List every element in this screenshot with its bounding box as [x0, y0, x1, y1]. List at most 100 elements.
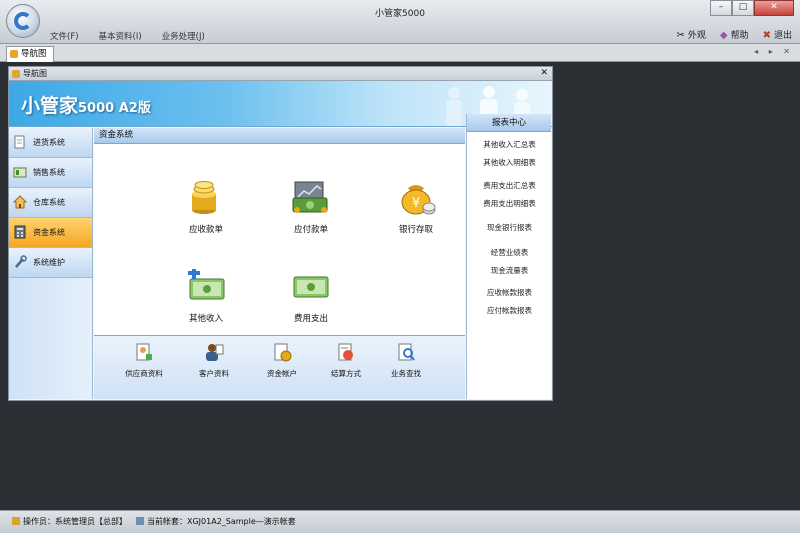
function-label: 应付款单	[293, 225, 328, 235]
quick-label: 结算方式	[331, 369, 361, 378]
status-operator: 操作员：系统管理员【总部】	[12, 516, 127, 527]
function-label: 其他收入	[188, 314, 223, 324]
menu-business[interactable]: 业务处理(J)	[162, 30, 205, 42]
nav-item-label: 销售系统	[33, 168, 65, 177]
house-icon	[13, 195, 27, 209]
exit-button[interactable]: ✖ 退出	[763, 28, 792, 41]
bank-deposit-button[interactable]: ¥ 银行存取	[386, 180, 446, 235]
navigation-window-close-button[interactable]: ✕	[540, 67, 548, 80]
status-account-text: 当前帐套：XGJ01A2_Sample—演示帐套	[147, 517, 296, 526]
section-title: 资金系统	[94, 128, 465, 144]
report-center-title: 报表中心	[467, 114, 551, 132]
nav-item-funds[interactable]: 资金系统	[9, 218, 92, 248]
menu-bar: 文件(F) 基本资料(I) 业务处理(J)	[50, 30, 205, 42]
function-label: 费用支出	[293, 314, 328, 324]
report-link-payables[interactable]: 应付帐款报表	[467, 305, 552, 316]
nav-item-label: 仓库系统	[33, 198, 65, 207]
money-pile-icon	[292, 181, 328, 213]
report-link-expense-detail[interactable]: 费用支出明细表	[467, 198, 552, 209]
settlement-icon	[338, 343, 353, 361]
search-doc-icon	[398, 343, 415, 361]
user-icon	[12, 517, 20, 525]
navigation-window-title: 导航图	[23, 69, 47, 78]
status-operator-text: 操作员：系统管理员【总部】	[23, 517, 127, 526]
document-tab-strip: 导航图 ◂ ▸ ✕	[0, 44, 800, 62]
report-link-other-income-summary[interactable]: 其他收入汇总表	[467, 139, 552, 150]
customer-icon	[206, 344, 224, 361]
maximize-button[interactable]: □	[732, 0, 754, 16]
menu-file[interactable]: 文件(F)	[50, 30, 79, 42]
quick-label: 客户资料	[199, 369, 229, 378]
fund-account-button[interactable]: 资金帐户	[252, 342, 312, 379]
workspace: 导航图 ✕ 小管家5000 A2版 进货系统 销售系统 仓库系统 资金系统 系统…	[0, 62, 800, 510]
report-center: 报表中心 其他收入汇总表 其他收入明细表 费用支出汇总表 费用支出明细表 现金银…	[466, 114, 551, 399]
banknote-plus-icon	[188, 267, 225, 300]
status-bar: 操作员：系统管理员【总部】 当前帐套：XGJ01A2_Sample—演示帐套	[0, 510, 800, 533]
settlement-method-button[interactable]: 结算方式	[316, 342, 376, 379]
quick-label: 资金帐户	[267, 369, 297, 378]
appearance-label: 外观	[687, 31, 706, 41]
navigation-window: 导航图 ✕ 小管家5000 A2版 进货系统 销售系统 仓库系统 资金系统 系统…	[8, 66, 553, 401]
calculator-icon	[14, 225, 26, 239]
status-account: 当前帐套：XGJ01A2_Sample—演示帐套	[136, 516, 296, 527]
navigation-window-icon	[12, 70, 20, 78]
svg-text:¥: ¥	[412, 196, 420, 211]
funds-panel: 资金系统 应收款单 应付款单 ¥ 银行存取 其他收入 费用支出 供应商资料 客户…	[94, 128, 465, 399]
receivable-button[interactable]: 应收款单	[176, 180, 236, 235]
report-link-expense-summary[interactable]: 费用支出汇总表	[467, 180, 552, 191]
brand-edition: 5000 A2版	[78, 101, 151, 116]
payable-button[interactable]: 应付款单	[281, 180, 341, 235]
nav-item-label: 资金系统	[33, 228, 65, 237]
window-title: 小管家5000	[375, 9, 425, 19]
report-link-cash-flow[interactable]: 现金流量表	[467, 265, 552, 276]
menu-basic-info[interactable]: 基本资料(I)	[99, 30, 142, 42]
report-link-receivables[interactable]: 应收帐款报表	[467, 287, 552, 298]
tab-navigation[interactable]: 导航图	[6, 46, 54, 62]
expense-button[interactable]: 费用支出	[281, 269, 341, 324]
navigation-window-header: 导航图 ✕	[9, 67, 552, 81]
minimize-button[interactable]: –	[710, 0, 732, 16]
tab-strip-controls[interactable]: ◂ ▸ ✕	[754, 47, 794, 56]
nav-item-warehouse[interactable]: 仓库系统	[9, 188, 92, 218]
nav-item-maintenance[interactable]: 系统维护	[9, 248, 92, 278]
supplier-info-button[interactable]: 供应商资料	[114, 342, 174, 379]
nav-item-purchase[interactable]: 进货系统	[9, 128, 92, 158]
banknote-icon	[293, 276, 329, 298]
account-set-icon	[136, 517, 144, 525]
exit-icon: ✖	[762, 30, 771, 41]
function-label: 应收款单	[188, 225, 223, 235]
function-label: 银行存取	[398, 225, 433, 235]
nav-item-label: 进货系统	[33, 138, 65, 147]
sales-icon	[13, 167, 27, 178]
supplier-icon	[136, 343, 152, 361]
report-link-cash-bank[interactable]: 现金银行报表	[467, 222, 552, 233]
quick-label: 业务查找	[391, 369, 421, 378]
help-icon: ◆	[719, 30, 728, 41]
tools-icon: ✂	[676, 30, 685, 41]
exit-label: 退出	[773, 31, 792, 41]
brand-logo: 小管家5000 A2版	[21, 91, 151, 118]
other-income-button[interactable]: 其他收入	[176, 267, 236, 324]
report-link-other-income-detail[interactable]: 其他收入明细表	[467, 157, 552, 168]
business-search-button[interactable]: 业务查找	[376, 342, 436, 379]
window-controls: – □ ✕	[710, 0, 794, 16]
appearance-button[interactable]: ✂ 外观	[676, 28, 705, 41]
wrench-icon	[15, 255, 27, 268]
brand-name: 小管家	[21, 95, 79, 117]
coins-icon	[192, 181, 216, 214]
document-icon	[14, 135, 25, 149]
money-bag-icon: ¥	[401, 185, 436, 215]
quick-access-bar: 供应商资料 客户资料 资金帐户 结算方式 业务查找	[94, 335, 465, 399]
top-right-actions: ✂ 外观 ◆ 帮助 ✖ 退出	[676, 28, 792, 41]
title-bar: 小管家5000 – □ ✕ 文件(F) 基本资料(I) 业务处理(J) ✂ 外观 …	[0, 0, 800, 44]
nav-item-label: 系统维护	[33, 258, 65, 267]
nav-item-sales[interactable]: 销售系统	[9, 158, 92, 188]
system-nav: 进货系统 销售系统 仓库系统 资金系统 系统维护	[9, 128, 93, 399]
help-button[interactable]: ◆ 帮助	[720, 28, 749, 41]
account-icon	[274, 343, 292, 362]
help-label: 帮助	[730, 31, 749, 41]
close-button[interactable]: ✕	[754, 0, 794, 16]
quick-label: 供应商资料	[125, 369, 163, 378]
customer-info-button[interactable]: 客户资料	[184, 342, 244, 379]
report-link-performance[interactable]: 经营业绩表	[467, 247, 552, 258]
